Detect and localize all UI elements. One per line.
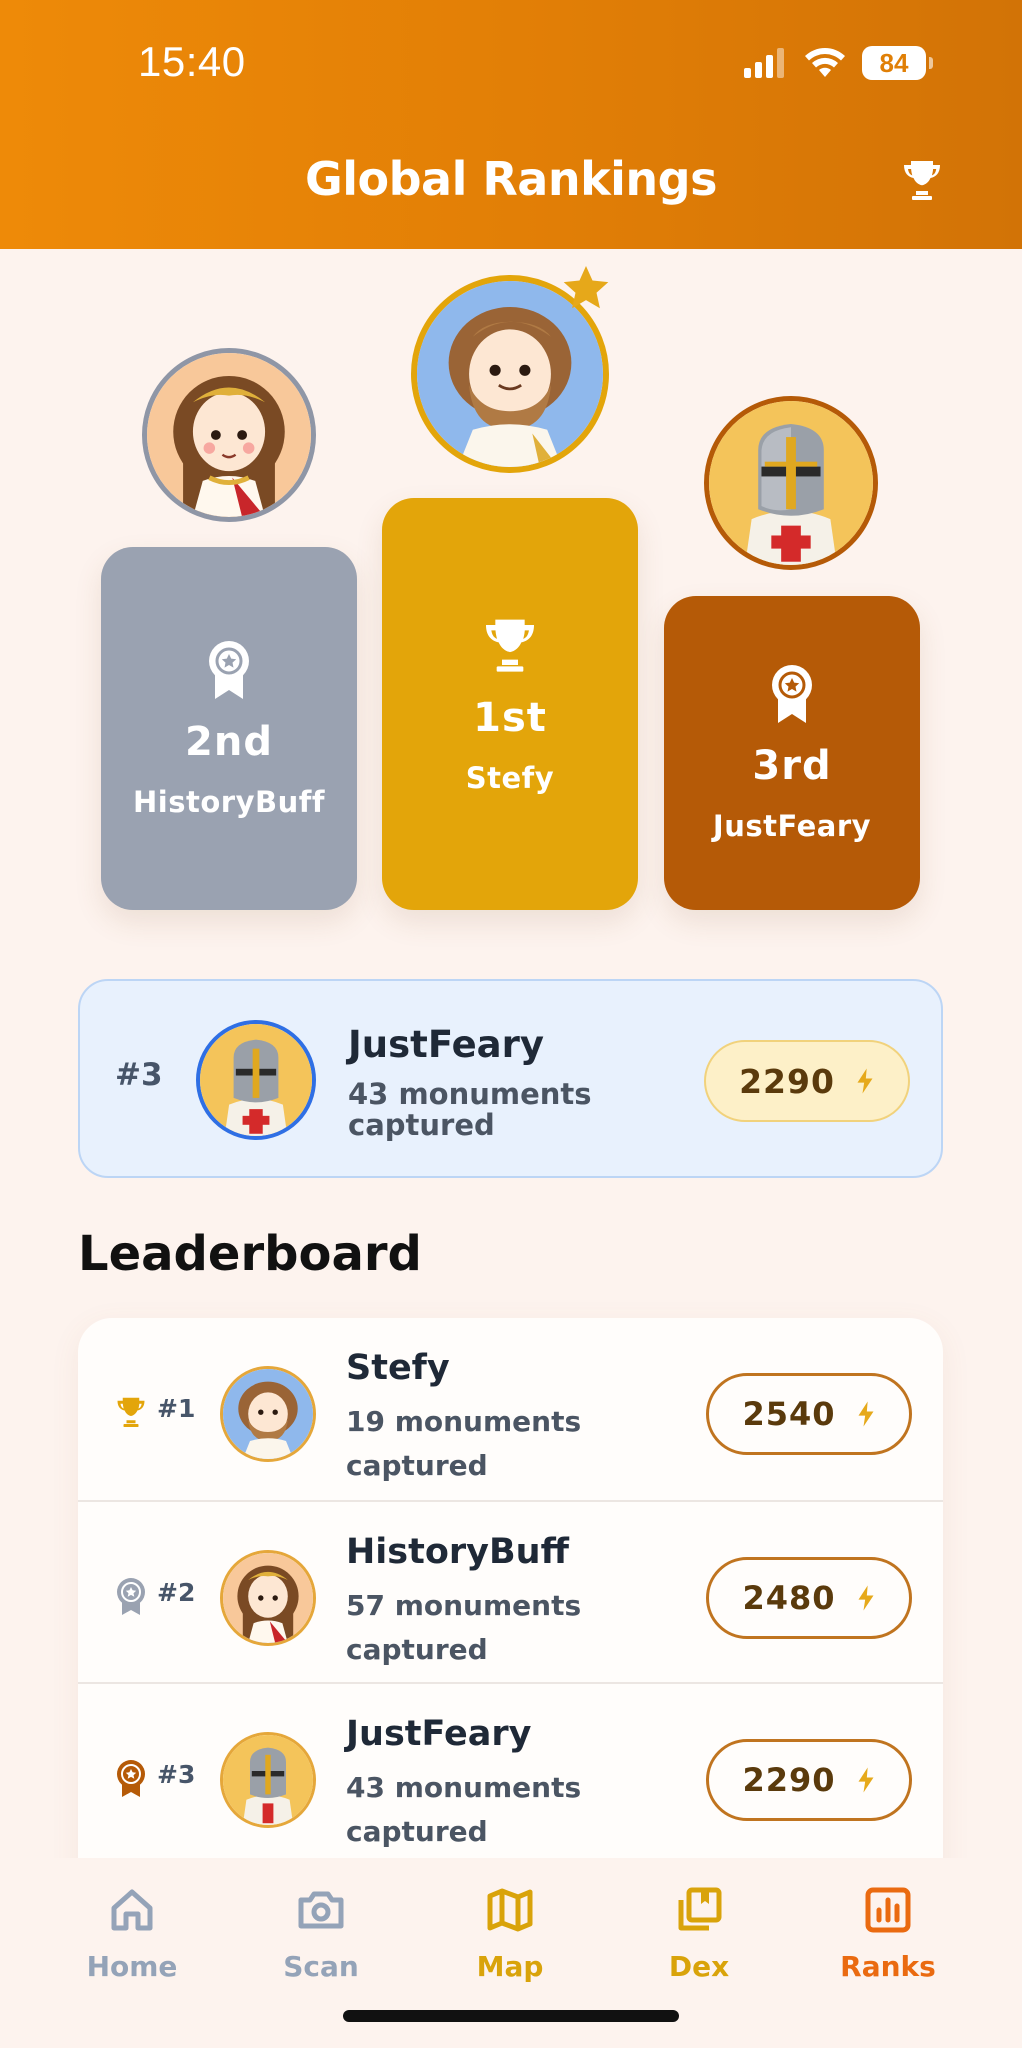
home-indicator[interactable] (343, 2010, 679, 2022)
podium-player-name: JustFeary (712, 809, 872, 843)
silver-medal-icon (117, 1578, 145, 1615)
signal-icon (744, 48, 784, 78)
avatar (220, 1550, 316, 1646)
current-user-card[interactable]: #3 JustFeary 43 monuments captured 2290 (78, 979, 943, 1178)
bronze-medal-icon (117, 1760, 145, 1797)
status-icons: 84 (744, 46, 933, 80)
leaderboard-name: HistoryBuff (346, 1532, 569, 1572)
lightning-icon (856, 1400, 876, 1428)
leaderboard-list: #1 Stefy 19 monuments captured 2540 #2 H… (78, 1318, 943, 1918)
points-badge: 2290 (706, 1739, 912, 1821)
tab-label: Ranks (840, 1950, 936, 1983)
tab-label: Scan (283, 1950, 359, 1983)
lightning-icon (855, 1067, 875, 1095)
tab-label: Dex (668, 1950, 730, 1983)
current-user-name: JustFeary (348, 1023, 545, 1066)
avatar (220, 1366, 316, 1462)
tab-scan[interactable]: Scan (251, 1884, 391, 1983)
leaderboard-points: 2480 (742, 1579, 836, 1617)
wifi-icon (805, 48, 845, 77)
current-user-points-badge: 2290 (704, 1040, 910, 1122)
podium-second-place[interactable]: 2nd HistoryBuff (101, 547, 357, 910)
avatar-third-place[interactable] (704, 396, 878, 570)
trophy-icon (113, 1392, 149, 1432)
leaderboard-name: Stefy (346, 1348, 450, 1388)
podium-rank-label: 1st (473, 695, 547, 741)
trophy-icon[interactable] (898, 156, 946, 204)
current-user-rank: #3 (115, 1057, 163, 1093)
tab-label: Map (476, 1950, 544, 1983)
podium-player-name: Stefy (465, 761, 555, 795)
leaderboard-points: 2540 (742, 1395, 836, 1433)
app-header: 15:40 84 Global Rankings (0, 0, 1022, 249)
tab-label: Home (86, 1950, 178, 1983)
status-time: 15:40 (138, 38, 246, 85)
lightning-icon (856, 1584, 876, 1612)
leaderboard-row[interactable]: #3 JustFeary 43 monuments captured 2290 (78, 1682, 943, 1864)
leaderboard-points: 2290 (742, 1761, 836, 1799)
star-icon (563, 266, 609, 309)
current-user-monuments: 43 monuments captured (348, 1077, 592, 1142)
leaderboard-monuments: 19 monuments captured (346, 1405, 582, 1482)
podium-third-place[interactable]: 3rd JustFeary (664, 596, 920, 910)
map-icon (487, 1888, 533, 1932)
avatar (220, 1732, 316, 1828)
trophy-icon (478, 613, 542, 677)
tab-ranks[interactable]: Ranks (818, 1884, 958, 1983)
leaderboard-name: JustFeary (346, 1714, 532, 1754)
ribbon-medal-icon (209, 640, 249, 699)
current-user-avatar (196, 1020, 316, 1140)
leaderboard-monuments: 57 monuments captured (346, 1589, 582, 1666)
bar-chart-icon (865, 1887, 911, 1933)
status-bar: 15:40 84 (0, 0, 1022, 120)
avatar-second-place[interactable] (142, 348, 316, 522)
leaderboard-monuments: 43 monuments captured (346, 1771, 582, 1848)
leaderboard-rank: #1 (157, 1394, 196, 1423)
leaderboard-row[interactable]: #2 HistoryBuff 57 monuments captured 248… (78, 1500, 943, 1682)
podium-rank-label: 2nd (185, 718, 273, 765)
leaderboard-title: Leaderboard (78, 1226, 422, 1282)
leaderboard-rank: #3 (157, 1760, 196, 1789)
podium-player-name: HistoryBuff (133, 784, 325, 819)
leaderboard-row[interactable]: #1 Stefy 19 monuments captured 2540 (78, 1318, 943, 1500)
home-icon (111, 1889, 153, 1931)
battery-level: 84 (879, 47, 909, 78)
tab-home[interactable]: Home (62, 1884, 202, 1983)
tab-dex[interactable]: Dex (629, 1884, 769, 1983)
lightning-icon (856, 1766, 876, 1794)
camera-icon (298, 1891, 344, 1929)
page-title: Global Rankings (304, 152, 718, 206)
points-badge: 2480 (706, 1557, 912, 1639)
leaderboard-rank: #2 (157, 1578, 196, 1607)
points-badge: 2540 (706, 1373, 912, 1455)
current-user-points: 2290 (739, 1061, 835, 1101)
tab-map[interactable]: Map (440, 1884, 580, 1983)
battery-icon: 84 (862, 46, 933, 80)
ribbon-medal-icon (772, 665, 812, 723)
podium-first-place[interactable]: 1st Stefy (382, 498, 638, 910)
book-icon (678, 1887, 722, 1931)
podium-rank-label: 3rd (752, 743, 832, 789)
